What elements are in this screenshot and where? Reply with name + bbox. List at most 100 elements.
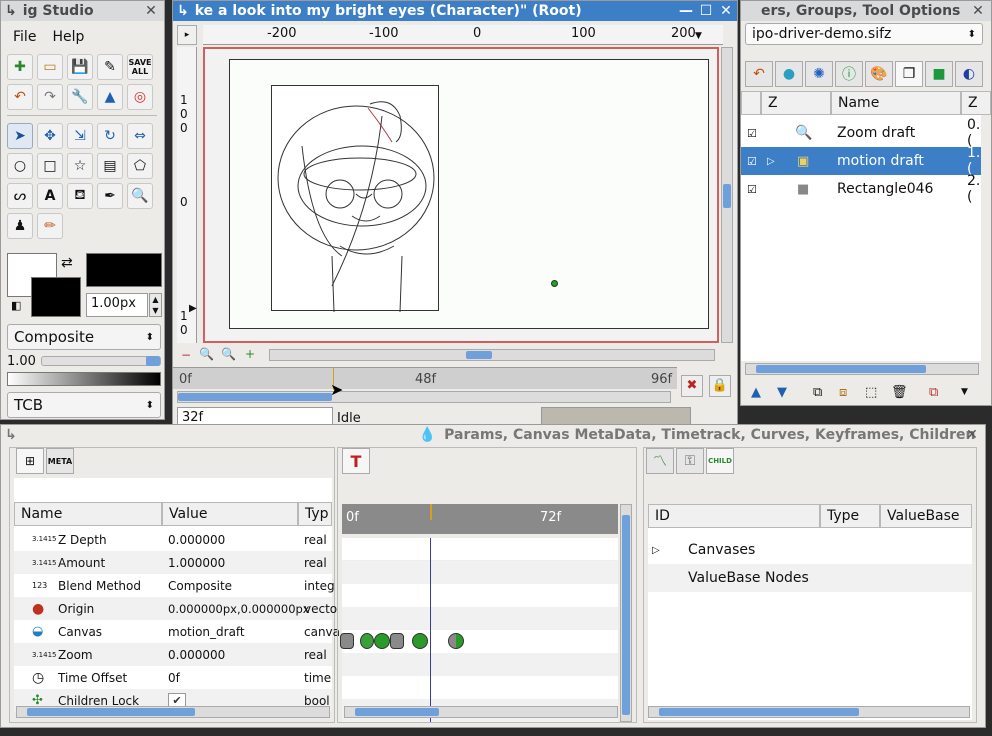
origin-duck-handle[interactable] <box>551 280 558 287</box>
blend-method-select[interactable]: Composite ⬍ <box>7 324 161 350</box>
canvas-menu-button[interactable]: ▸ <box>177 25 197 45</box>
transform-tool-icon[interactable]: ➤ <box>7 123 33 149</box>
column-header-z[interactable]: Z <box>761 91 831 115</box>
gradient-tool-icon[interactable]: ▤ <box>97 153 123 179</box>
scrollbar-thumb[interactable] <box>622 515 630 715</box>
canvas-workarea[interactable] <box>203 47 719 343</box>
param-value[interactable]: 0.000000px,0.000000px <box>168 602 310 616</box>
delete-layer-icon[interactable]: 🗑 <box>891 385 908 400</box>
param-row[interactable]: ● Origin 0.000000px,0.000000px vecto <box>14 597 337 620</box>
default-gradient[interactable] <box>7 372 161 386</box>
navigator-tab-icon[interactable]: ● <box>775 61 803 87</box>
lock-icon[interactable]: 🔒 <box>709 375 731 397</box>
param-value[interactable]: motion_draft <box>168 625 245 639</box>
circle-tool-icon[interactable]: ○ <box>7 153 33 179</box>
setup-icon[interactable]: 🔧 <box>67 84 93 110</box>
sets-tab-icon[interactable]: ■ <box>925 61 953 87</box>
save-all-button[interactable]: SAVE ALL <box>127 54 153 80</box>
zoom-in-icon[interactable]: 🔍 <box>221 347 236 361</box>
tool-options-tab-icon[interactable]: ◐ <box>955 61 983 87</box>
polygon-tool-icon[interactable]: ⬠ <box>127 153 153 179</box>
canvas-left-arrow-icon[interactable]: ▶ <box>189 303 197 314</box>
mirror-tool-icon[interactable]: ⇔ <box>127 123 153 149</box>
layer-row-selected[interactable]: ☑ ▷ ▣ motion draft 1.( <box>741 145 981 177</box>
timetrack-horizontal-scrollbar[interactable] <box>344 706 618 718</box>
close-icon[interactable]: ✕ <box>969 2 987 20</box>
column-header-z-depth[interactable]: Z <box>961 91 991 115</box>
timebar[interactable]: 0f 48f 96f <box>173 367 677 390</box>
open-folder-icon[interactable]: ▭ <box>37 54 63 80</box>
save-icon[interactable]: 💾 <box>67 54 93 80</box>
children-tab[interactable]: CHILD <box>706 448 734 474</box>
fill-color-swatch[interactable] <box>31 277 81 317</box>
waypoint-icon[interactable] <box>390 633 404 649</box>
column-header-id[interactable]: ID <box>648 504 820 528</box>
checkbox-checked-icon[interactable]: ☑ <box>747 183 757 196</box>
param-row[interactable]: 3.1415 Zoom 0.000000 real <box>14 643 332 666</box>
column-header-valuebase[interactable]: ValueBase <box>880 504 972 528</box>
canvas-horizontal-scrollbar[interactable] <box>269 349 715 361</box>
minimize-icon[interactable]: — <box>677 2 695 20</box>
sketch-tool-icon[interactable]: ♟ <box>7 213 33 239</box>
scrollbar-thumb[interactable] <box>659 708 859 716</box>
scrollbar-thumb[interactable] <box>723 184 731 208</box>
scrollbar-thumb[interactable] <box>756 365 926 373</box>
canvas-vertical-scrollbar[interactable] <box>721 47 733 343</box>
param-row[interactable]: 3.1415 Z Depth 0.000000 real <box>14 528 332 551</box>
params-horizontal-scrollbar[interactable] <box>16 706 330 718</box>
curves-tab-icon[interactable]: 〽 <box>646 448 674 474</box>
toolbox-titlebar[interactable]: ↳ ig Studio ✕ <box>1 1 164 21</box>
chevron-down-icon[interactable]: ▼ <box>961 387 968 397</box>
waypoint-icon[interactable] <box>412 633 428 649</box>
layers-tab-icon[interactable]: ❐ <box>895 61 923 87</box>
scrollbar-thumb[interactable] <box>27 708 195 716</box>
layers-titlebar[interactable]: ers, Groups, Tool Options ✕ <box>741 1 991 21</box>
close-icon[interactable]: ✕ <box>142 2 160 20</box>
brush-size-field[interactable]: 1.00px <box>86 293 148 317</box>
rotate-tool-icon[interactable]: ↻ <box>97 123 123 149</box>
redo-icon[interactable]: ↷ <box>37 84 63 110</box>
children-horizontal-scrollbar[interactable] <box>648 706 970 718</box>
smooth-move-tool-icon[interactable]: ✥ <box>37 123 63 149</box>
waypoint-icon[interactable] <box>340 633 354 649</box>
encapsulate-layer-icon[interactable]: ⧈ <box>839 385 847 400</box>
history-tab-icon[interactable]: ↶ <box>745 61 773 87</box>
swap-colors-icon[interactable]: ⇄ <box>61 255 73 271</box>
waypoint-icon[interactable] <box>360 633 374 649</box>
undo-icon[interactable]: ↶ <box>7 84 33 110</box>
timetrack-tab-icon[interactable]: T <box>342 448 370 474</box>
help-icon[interactable]: ◎ <box>127 84 153 110</box>
layer-row[interactable]: ☑ 🔍 Zoom draft 0.( <box>741 117 981 149</box>
zoom-tool-icon[interactable]: 🔍 <box>127 183 153 209</box>
column-header-toggle[interactable] <box>741 91 761 115</box>
column-header-name[interactable]: Name <box>831 91 961 115</box>
text-tool-icon[interactable]: A <box>37 183 63 209</box>
waypoint-icon[interactable] <box>374 633 390 649</box>
rectangle-tool-icon[interactable]: □ <box>37 153 63 179</box>
eyedropper-tool-icon[interactable]: ✒ <box>97 183 123 209</box>
library-tab-icon[interactable]: ✺ <box>805 61 833 87</box>
checkbox-checked-icon[interactable]: ☑ <box>747 155 757 168</box>
time-cursor[interactable] <box>430 504 432 520</box>
params-titlebar[interactable]: ↳ 💧 Params, Canvas MetaData, Timetrack, … <box>1 425 985 445</box>
param-value[interactable]: 0.000000 <box>168 533 225 547</box>
canvas-file-select[interactable]: ipo-driver-demo.sifz ⬍ <box>745 23 983 45</box>
close-icon[interactable]: ✕ <box>963 426 981 444</box>
duplicate-layer-icon[interactable]: ⧉ <box>813 385 822 400</box>
fill-tool-icon[interactable]: ⛾ <box>67 183 93 209</box>
menu-help[interactable]: Help <box>44 27 92 47</box>
menu-file[interactable]: File <box>5 27 44 47</box>
new-file-icon[interactable]: ✚ <box>7 54 33 80</box>
param-value[interactable]: Composite <box>168 579 232 593</box>
checkbox-checked-icon[interactable]: ☑ <box>747 127 757 140</box>
brush-size-stepper[interactable]: ▲ ▼ <box>149 293 162 317</box>
tree-row[interactable]: ValueBase Nodes <box>648 564 972 592</box>
zoom-plus-icon[interactable]: + <box>245 347 255 361</box>
param-value[interactable]: 0f <box>168 671 180 685</box>
info-tab-icon[interactable]: ⓘ <box>835 61 863 87</box>
param-row[interactable]: 123 Blend Method Composite integ <box>14 574 335 597</box>
interpolation-select[interactable]: TCB ⬍ <box>7 392 161 418</box>
spline-tool-icon[interactable]: ᔕ <box>7 183 33 209</box>
column-header-type[interactable]: Typ <box>298 502 332 526</box>
lower-layer-icon[interactable]: ▼ <box>777 385 787 400</box>
